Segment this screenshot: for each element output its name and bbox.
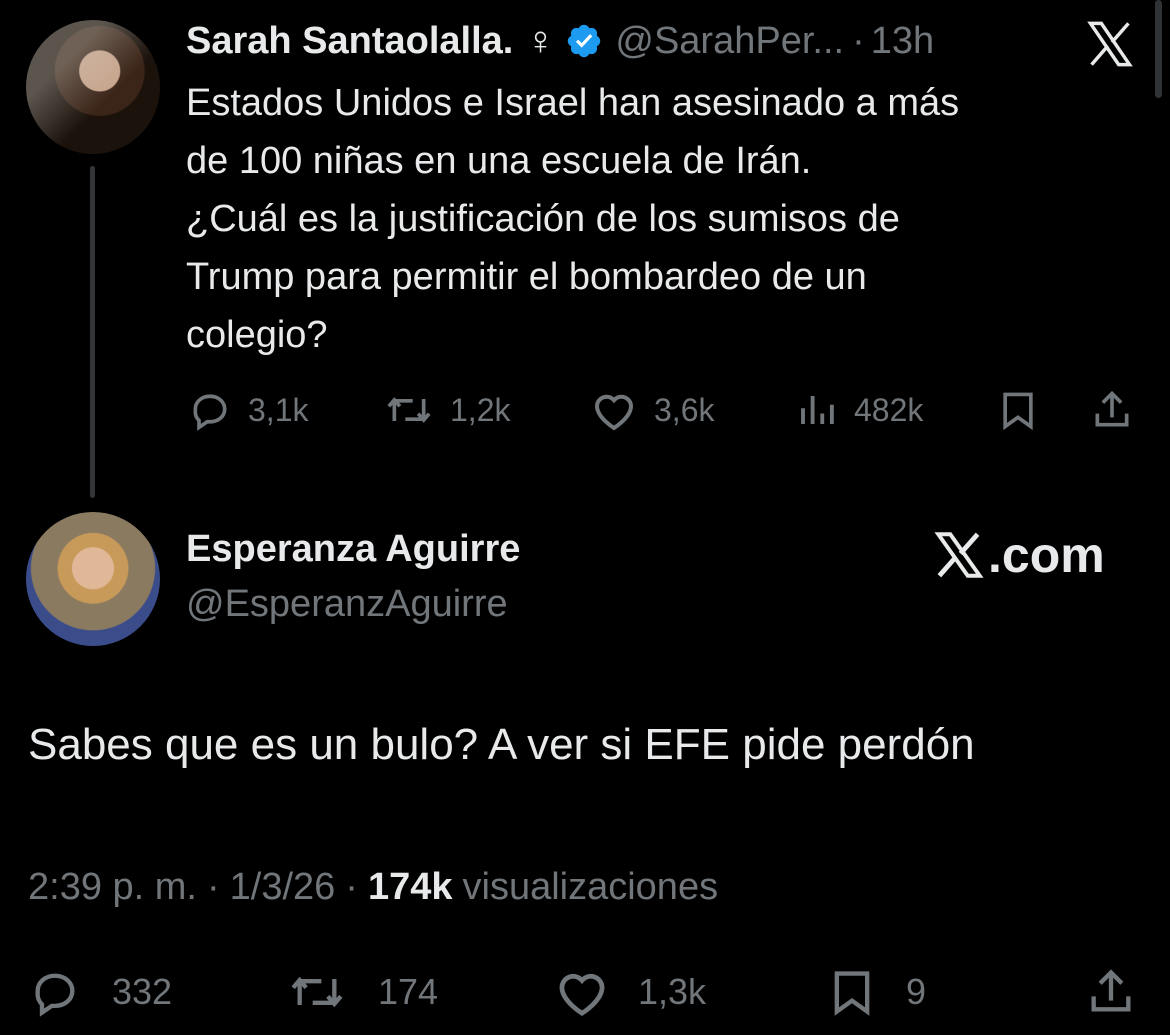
heart-icon	[559, 973, 605, 1017]
share-button[interactable]	[1090, 388, 1134, 432]
reply-button[interactable]: 332	[28, 966, 172, 1018]
views-label: visualizaciones	[462, 866, 719, 908]
author-handle[interactable]: @SarahPer...	[615, 20, 844, 63]
x-logo-icon[interactable]	[1080, 18, 1140, 70]
like-count: 1,3k	[638, 971, 707, 1012]
separator-dot: ·	[852, 19, 865, 62]
like-button[interactable]: 3,6k	[590, 388, 714, 432]
scrollbar[interactable]	[1155, 0, 1162, 98]
reply-author-handle[interactable]: @EsperanzAguirre	[186, 583, 508, 626]
parent-tweet-header: Sarah Santaolalla. ♀ @SarahPer... · 13h	[186, 16, 934, 66]
repost-count: 1,2k	[450, 391, 511, 428]
views-chart-icon	[801, 396, 834, 424]
bookmark-button[interactable]	[996, 388, 1040, 432]
repost-button[interactable]: 174	[286, 966, 438, 1018]
female-symbol: ♀	[525, 18, 556, 63]
repost-button[interactable]: 1,2k	[384, 388, 510, 432]
share-button[interactable]	[1084, 966, 1138, 1018]
thread-connector-line	[90, 166, 95, 498]
views-count: 482k	[854, 391, 924, 428]
x-logo-icon	[934, 532, 984, 578]
reply-author-avatar[interactable]	[26, 512, 160, 646]
reply-tweet-text: Sabes que es un bulo? A ver si EFE pide …	[28, 720, 975, 769]
reply-icon	[193, 394, 227, 431]
views-count: 174k	[367, 866, 453, 908]
repost-count: 174	[378, 971, 439, 1012]
bookmark-count: 9	[906, 971, 927, 1012]
separator-dot: ·	[206, 866, 220, 908]
reply-button[interactable]: 3,1k	[188, 388, 308, 432]
parent-tweet-text: Estados Unidos e Israel han asesinado a …	[186, 82, 960, 356]
like-count: 3,6k	[654, 391, 715, 428]
separator-dot: ·	[345, 866, 358, 908]
share-icon	[1095, 390, 1129, 427]
reply-icon	[35, 973, 75, 1017]
x-com-watermark: .com	[932, 526, 1105, 584]
share-icon	[1091, 969, 1131, 1012]
reply-count: 332	[112, 971, 173, 1012]
bookmark-icon	[1003, 392, 1033, 431]
heart-icon	[594, 394, 634, 431]
author-avatar[interactable]	[26, 20, 160, 154]
reply-tweet-meta: 2:39 p. m. · 1/3/26 · 174k visualizacion…	[28, 866, 718, 909]
bookmark-button[interactable]: 9	[826, 966, 926, 1018]
watermark-text: .com	[988, 527, 1105, 583]
bookmark-icon	[834, 971, 870, 1016]
views-button[interactable]: 482k	[796, 388, 923, 432]
author-name[interactable]: Sarah Santaolalla.	[186, 20, 513, 63]
verified-badge-icon[interactable]	[565, 22, 603, 60]
repost-icon	[387, 397, 431, 423]
tweet-timestamp[interactable]: 2:39 p. m.	[28, 866, 197, 909]
like-button[interactable]: 1,3k	[552, 966, 706, 1018]
reply-count: 3,1k	[248, 391, 309, 428]
tweet-date[interactable]: 1/3/26	[230, 866, 336, 909]
tweet-time[interactable]: 13h	[871, 20, 934, 63]
reply-author-name[interactable]: Esperanza Aguirre	[186, 528, 520, 571]
repost-icon	[291, 976, 343, 1008]
